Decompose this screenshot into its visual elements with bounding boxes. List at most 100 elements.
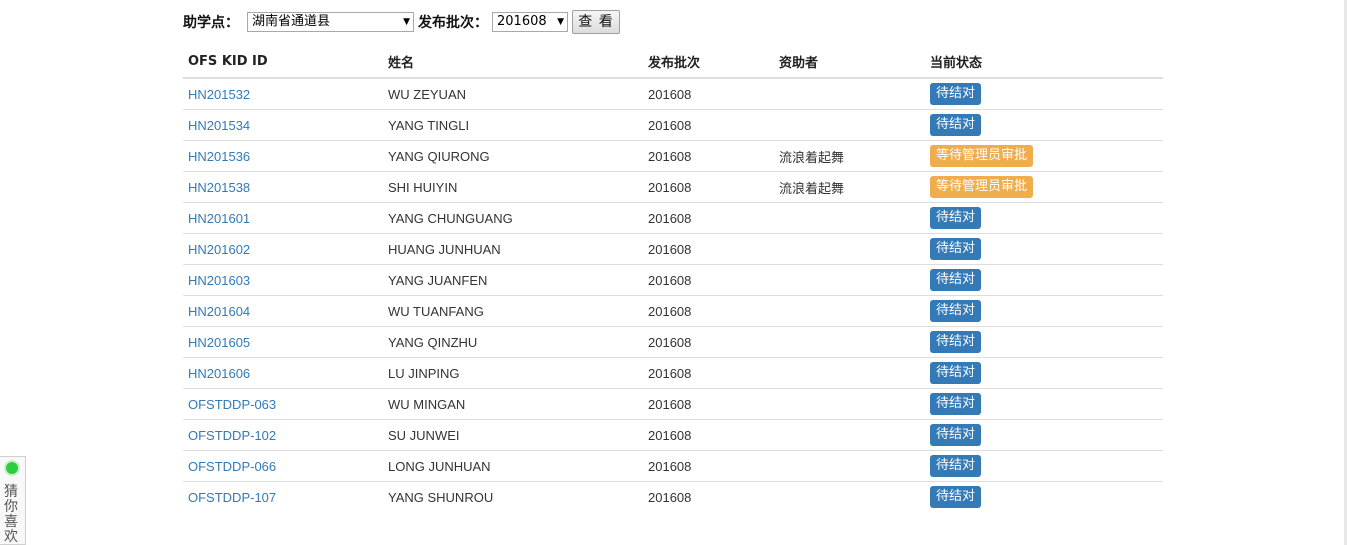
cell-status: 待结对	[925, 450, 1163, 482]
header-kid-id[interactable]: OFS KID ID	[183, 46, 383, 79]
batch-select[interactable]: 201608 ▼	[492, 12, 568, 32]
status-badge: 待结对	[930, 486, 982, 508]
cell-sponsor	[774, 357, 925, 389]
kid-id-link[interactable]: HN201606	[188, 366, 250, 381]
cell-sponsor	[774, 419, 925, 451]
cell-name: YANG SHUNROU	[388, 489, 494, 505]
kid-id-link[interactable]: HN201602	[188, 242, 250, 257]
cell-batch: 201608	[643, 171, 774, 203]
dropdown-arrow-icon: ▼	[557, 17, 564, 27]
kid-id-link[interactable]: HN201534	[188, 118, 250, 133]
kid-id-link[interactable]: OFSTDDP-107	[188, 490, 276, 505]
cell-status: 等待管理员审批	[925, 171, 1163, 203]
cell-batch: 201608	[648, 489, 692, 505]
cell-name: SU JUNWEI	[383, 419, 643, 451]
cell-status: 待结对	[925, 233, 1163, 265]
cell-sponsor: 流浪着起舞	[774, 171, 925, 203]
cell-sponsor	[774, 233, 925, 265]
kid-id-link[interactable]: OFSTDDP-063	[188, 397, 276, 412]
status-badge: 待结对	[930, 424, 982, 446]
cell-name: LU JINPING	[383, 357, 643, 389]
cell-sponsor	[774, 326, 925, 358]
table-row: HN201538 SHI HUIYIN 201608 流浪着起舞 等待管理员审批	[183, 171, 1163, 203]
cell-kid-id: HN201602	[183, 233, 383, 265]
cell-status: 待结对	[925, 388, 1163, 420]
cell-name: LONG JUNHUAN	[383, 450, 643, 482]
header-sponsor[interactable]: 资助者	[774, 46, 925, 79]
cell-sponsor	[774, 202, 925, 234]
cell-sponsor: 流浪着起舞	[774, 140, 925, 172]
table-row: HN201534 YANG TINGLI 201608 待结对	[183, 109, 1163, 141]
status-badge: 待结对	[930, 238, 982, 260]
status-badge: 待结对	[930, 393, 982, 415]
kid-id-link[interactable]: HN201538	[188, 180, 250, 195]
cell-batch: 201608	[643, 78, 774, 110]
header-name[interactable]: 姓名	[383, 46, 643, 79]
site-select[interactable]: 湖南省通道县 ▼	[247, 12, 414, 32]
cell-name: WU ZEYUAN	[383, 78, 643, 110]
kid-id-link[interactable]: HN201536	[188, 149, 250, 164]
cell-status: 待结对	[925, 202, 1163, 234]
cell-status: 待结对	[925, 357, 1163, 389]
status-badge: 待结对	[930, 362, 982, 384]
cell-kid-id: OFSTDDP-107	[183, 482, 383, 513]
cell-name: YANG QIURONG	[383, 140, 643, 172]
cell-batch: 201608	[643, 419, 774, 451]
table-header-row: OFS KID ID 姓名 发布批次 资助者 当前状态	[183, 46, 1163, 79]
table-row: OFSTDDP-102 SU JUNWEI 201608 待结对	[183, 419, 1163, 451]
cell-kid-id: HN201601	[183, 202, 383, 234]
cell-kid-id: HN201603	[183, 264, 383, 296]
table-row: HN201606 LU JINPING 201608 待结对	[183, 357, 1163, 389]
cell-status: 待结对	[925, 109, 1163, 141]
cell-sponsor	[774, 109, 925, 141]
cell-batch: 201608	[643, 450, 774, 482]
cell-name: SHI HUIYIN	[383, 171, 643, 203]
kid-id-link[interactable]: HN201532	[188, 87, 250, 102]
cell-sponsor	[774, 78, 925, 110]
batch-label: 发布批次：	[418, 15, 488, 31]
status-badge: 等待管理员审批	[930, 145, 1034, 167]
kid-id-link[interactable]: HN201605	[188, 335, 250, 350]
table-row: HN201536 YANG QIURONG 201608 流浪着起舞 等待管理员审批	[183, 140, 1163, 172]
cell-name: YANG CHUNGUANG	[383, 202, 643, 234]
kid-id-link[interactable]: HN201601	[188, 211, 250, 226]
kid-id-link[interactable]: HN201603	[188, 273, 250, 288]
cell-sponsor	[774, 264, 925, 296]
cell-status: 待结对	[925, 78, 1163, 110]
table-row: HN201532 WU ZEYUAN 201608 待结对	[183, 78, 1163, 110]
cell-kid-id: HN201604	[183, 295, 383, 327]
cell-status: 待结对	[925, 264, 1163, 296]
table-row: HN201601 YANG CHUNGUANG 201608 待结对	[183, 202, 1163, 234]
cell-kid-id: HN201536	[183, 140, 383, 172]
header-batch[interactable]: 发布批次	[643, 46, 774, 79]
cell-status: 待结对	[925, 326, 1163, 358]
cell-name: YANG TINGLI	[383, 109, 643, 141]
cell-name: HUANG JUNHUAN	[383, 233, 643, 265]
cell-sponsor	[774, 450, 925, 482]
status-badge: 待结对	[930, 300, 982, 322]
cell-kid-id: HN201534	[183, 109, 383, 141]
cell-batch: 201608	[643, 357, 774, 389]
view-button[interactable]: 查 看	[572, 10, 620, 34]
table-body: HN201532 WU ZEYUAN 201608 待结对 HN201534 YANG T…	[183, 78, 1163, 512]
table-row: OFSTDDP-066 LONG JUNHUAN 201608 待结对	[183, 450, 1163, 482]
cell-sponsor	[774, 388, 925, 420]
site-select-value: 湖南省通道县	[252, 14, 331, 29]
cell-name: WU MINGAN	[383, 388, 643, 420]
guess-you-like-widget[interactable]: 猜你喜欢	[0, 456, 26, 545]
cell-sponsor	[774, 295, 925, 327]
kid-id-link[interactable]: OFSTDDP-102	[188, 428, 276, 443]
kid-id-link[interactable]: OFSTDDP-066	[188, 459, 276, 474]
status-badge: 待结对	[930, 114, 982, 136]
table-row: OFSTDDP-063 WU MINGAN 201608 待结对	[183, 388, 1163, 420]
header-status[interactable]: 当前状态	[925, 46, 1163, 79]
cell-batch: 201608	[643, 326, 774, 358]
kid-id-link[interactable]: HN201604	[188, 304, 250, 319]
cell-status: 待结对	[925, 419, 1163, 451]
dropdown-arrow-icon: ▼	[403, 17, 410, 27]
cell-kid-id: HN201606	[183, 357, 383, 389]
cell-status: 等待管理员审批	[925, 140, 1163, 172]
table-row: HN201604 WU TUANFANG 201608 待结对	[183, 295, 1163, 327]
cell-batch: 201608	[643, 140, 774, 172]
cell-sponsor	[774, 482, 925, 513]
